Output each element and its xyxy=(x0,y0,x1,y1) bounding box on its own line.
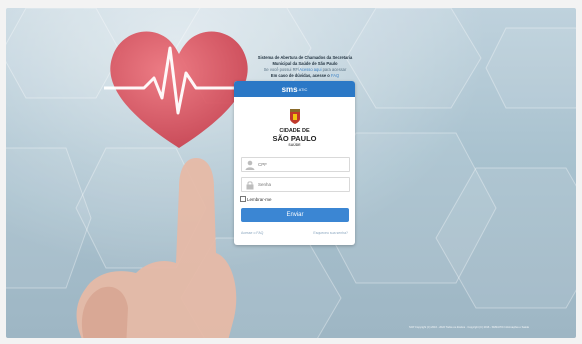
remember-me-checkbox[interactable] xyxy=(240,196,246,202)
intro-line-3-prefix: Se você possui RF/ xyxy=(263,67,300,72)
remember-me[interactable]: Lembrar-me xyxy=(240,196,272,202)
panel-links: Acesse o FAQ Esqueceu sua senha? xyxy=(234,231,355,235)
access-link[interactable]: Acesso aqui xyxy=(299,67,321,72)
submit-button[interactable]: Enviar xyxy=(241,208,349,222)
login-panel: smsATIC CIDADE DE SÃO PAULO SAÚDE Lembra… xyxy=(234,81,355,245)
heart-icon xyxy=(104,31,254,149)
city-coat-of-arms-icon xyxy=(290,109,300,124)
pointing-hand-image xyxy=(76,158,237,338)
intro-line-3-suffix: para acessar xyxy=(321,67,347,72)
faq-top-link[interactable]: FAQ xyxy=(331,73,339,78)
password-field[interactable] xyxy=(241,177,350,192)
sms-logo-sup: ATIC xyxy=(298,86,308,92)
city-label-line-3: SAÚDE xyxy=(288,143,301,147)
remember-me-label: Lembrar-me xyxy=(247,196,272,202)
faq-link[interactable]: Acesse o FAQ xyxy=(241,231,263,235)
forgot-password-link[interactable]: Esqueceu sua senha? xyxy=(313,231,348,235)
intro-text: Sistema de Abertura de Chamados da Secre… xyxy=(220,55,390,79)
cpf-field[interactable] xyxy=(241,157,350,172)
cpf-input[interactable] xyxy=(256,162,349,167)
password-input[interactable] xyxy=(256,182,349,187)
panel-header: sms ATIC xyxy=(234,81,355,97)
sms-logo: sms xyxy=(281,84,298,94)
lock-icon xyxy=(246,180,254,189)
city-label-line-2: SÃO PAULO xyxy=(272,134,317,143)
intro-line-4-prefix: Em caso de dúvidas, acesse o xyxy=(270,73,331,78)
footer-copyright: SCP Copyright (C) 2016 - 2022 Todos os d… xyxy=(409,326,530,329)
user-icon xyxy=(245,160,255,170)
